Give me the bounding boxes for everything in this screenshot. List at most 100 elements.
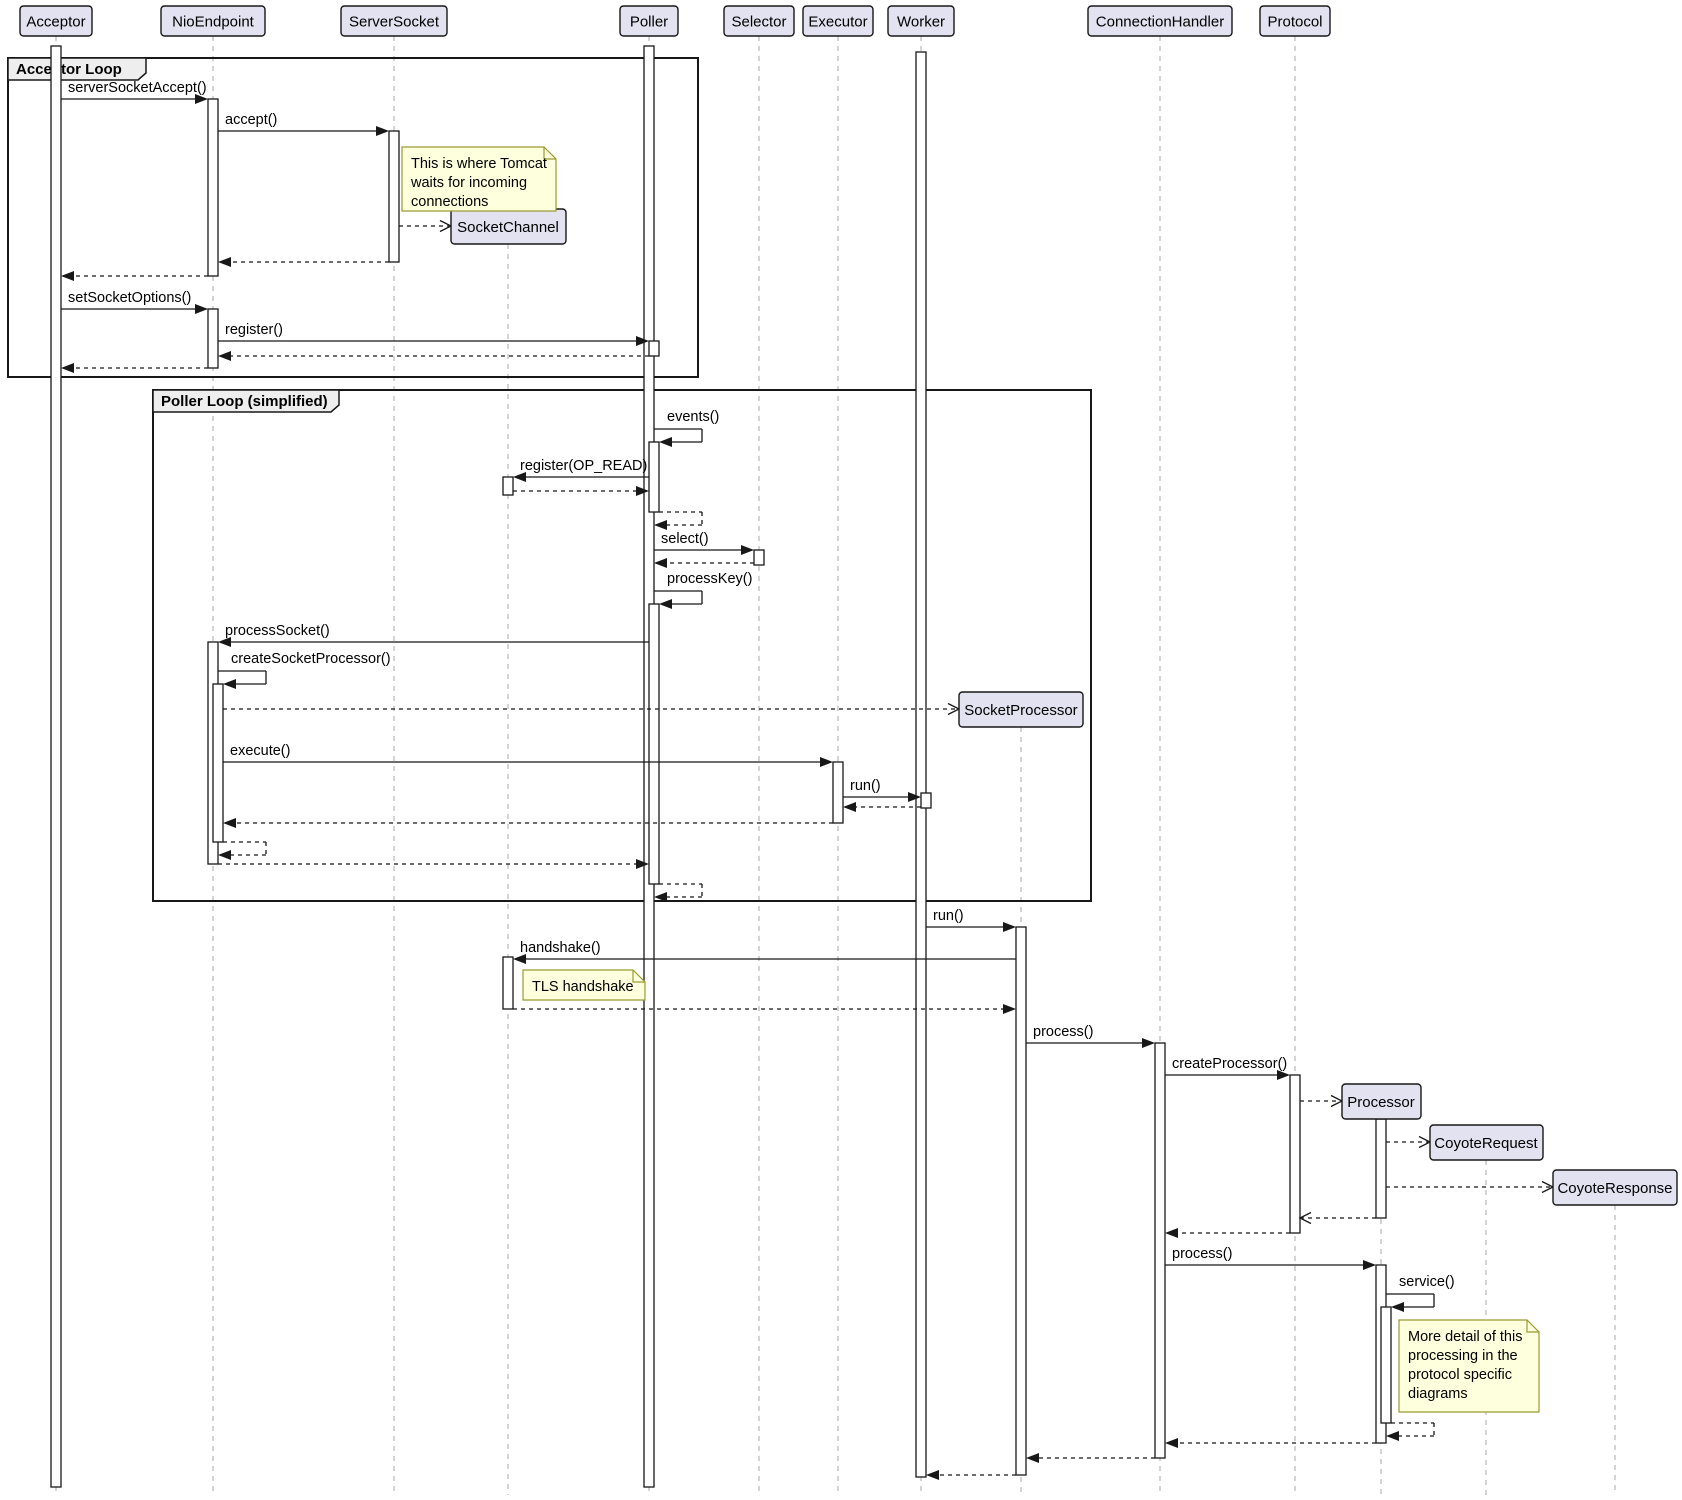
activation-nioendpoint-accept <box>208 99 218 276</box>
self-return-message <box>218 842 266 860</box>
message-register: register() <box>218 322 649 346</box>
return-message <box>61 363 208 373</box>
participant-executor: Executor <box>803 6 873 36</box>
return-message <box>61 271 208 281</box>
participant-selector: Selector <box>724 6 794 36</box>
label: run() <box>933 908 964 924</box>
activation-selector-select <box>754 550 764 565</box>
label: CoyoteResponse <box>1557 1180 1672 1197</box>
return-message <box>218 351 649 361</box>
activation-connectionhandler-process <box>1155 1043 1165 1458</box>
return-message <box>843 802 921 812</box>
participant-coyoteresponse: CoyoteResponse <box>1553 1170 1677 1205</box>
activation-executor-execute <box>833 762 843 823</box>
label: waits for incoming <box>410 175 527 191</box>
message-run: run() <box>926 908 1016 932</box>
sequence-diagram: Acceptor LoopPoller Loop (simplified)ser… <box>0 0 1682 1495</box>
return-message <box>1026 1453 1155 1463</box>
label: processSocket() <box>225 623 330 639</box>
activation-serversocket-accept <box>389 131 399 262</box>
label: select() <box>661 531 709 547</box>
self-message-processkey: processKey() <box>654 571 752 609</box>
participant-socketprocessor: SocketProcessor <box>959 692 1083 727</box>
label: Poller Loop (simplified) <box>161 393 328 410</box>
label: Acceptor <box>26 14 85 31</box>
label: execute() <box>230 743 290 759</box>
create-message <box>1386 1137 1430 1148</box>
label: register(OP_READ) <box>520 458 647 474</box>
label: protocol specific <box>1408 1367 1512 1383</box>
label: Poller <box>630 14 668 31</box>
message-process: process() <box>1026 1024 1155 1048</box>
create-message <box>1386 1182 1553 1193</box>
participant-acceptor: Acceptor <box>20 6 92 36</box>
return-message <box>218 859 649 869</box>
activation-poller-processkey-nested <box>649 604 659 884</box>
label: ConnectionHandler <box>1096 14 1224 31</box>
label: serverSocketAccept() <box>68 80 207 96</box>
self-message-events: events() <box>654 409 719 447</box>
activation-nioendpoint-createsp-nested <box>213 684 223 842</box>
create-message <box>1300 1213 1376 1224</box>
notes: This is where Tomcat waits for incoming co… <box>402 147 1539 1412</box>
activation-socketprocessor-run <box>1016 927 1026 1475</box>
label: Protocol <box>1267 14 1322 31</box>
create-message <box>1300 1096 1342 1107</box>
return-message <box>1165 1228 1290 1238</box>
participant-serversocket: ServerSocket <box>341 6 447 36</box>
return-message <box>1165 1438 1376 1448</box>
participants: AcceptorNioEndpointServerSocketPollerSel… <box>20 6 1677 1205</box>
activation-worker-run-nested <box>921 793 931 808</box>
label: setSocketOptions() <box>68 290 191 306</box>
label: process() <box>1033 1024 1093 1040</box>
message-register-op-read: register(OP_READ) <box>513 458 649 482</box>
label: Acceptor Loop <box>16 61 122 78</box>
message-serversocketaccept: serverSocketAccept() <box>61 80 208 104</box>
activation-acceptor-main <box>51 46 61 1487</box>
label: processKey() <box>667 571 752 587</box>
message-accept: accept() <box>218 112 389 136</box>
frame-acceptor-loop: Acceptor Loop <box>8 58 698 377</box>
activation-socketchannel-handshake <box>503 957 513 1009</box>
label: More detail of this <box>1408 1329 1522 1345</box>
sequence-diagram-canvas: Acceptor LoopPoller Loop (simplified)ser… <box>0 0 1682 1495</box>
message-setsocketoptions: setSocketOptions() <box>61 290 208 314</box>
label: accept() <box>225 112 277 128</box>
participant-coyoterequest: CoyoteRequest <box>1430 1125 1543 1160</box>
note-tls-handshake: TLS handshake <box>523 970 645 1000</box>
label: connections <box>411 194 488 210</box>
label: This is where Tomcat <box>411 156 547 172</box>
label: createSocketProcessor() <box>231 651 391 667</box>
messages: serverSocketAccept() accept() setSocketOpt… <box>61 80 1553 1480</box>
label: processing in the <box>1408 1348 1518 1364</box>
label: CoyoteRequest <box>1434 1135 1538 1152</box>
self-return-message <box>1386 1423 1434 1441</box>
label: createProcessor() <box>1172 1056 1287 1072</box>
participant-connectionhandler: ConnectionHandler <box>1088 6 1232 36</box>
label: register() <box>225 322 283 338</box>
activation-socketchannel-register <box>503 477 513 495</box>
return-message <box>926 1470 1016 1480</box>
activation-poller-events-nested <box>649 442 659 512</box>
participant-worker: Worker <box>888 6 954 36</box>
self-messages: events() processKey() createSocketProcesso… <box>218 409 1455 1441</box>
label: diagrams <box>1408 1386 1468 1402</box>
label: handshake() <box>520 940 601 956</box>
activation-processor-init <box>1376 1119 1386 1218</box>
message-execute: execute() <box>223 743 833 767</box>
create-message <box>223 704 959 715</box>
activation-nioendpoint-setopts <box>208 309 218 368</box>
activation-protocol-createprocessor <box>1290 1075 1300 1233</box>
participant-socketchannel: SocketChannel <box>451 209 566 244</box>
activation-processor-service-nested <box>1381 1307 1391 1423</box>
participant-processor: Processor <box>1342 1084 1421 1119</box>
label: service() <box>1399 1274 1455 1290</box>
activation-poller-register-nested <box>649 341 659 356</box>
participant-protocol: Protocol <box>1260 6 1330 36</box>
self-return-message <box>654 512 702 530</box>
return-message <box>513 486 649 496</box>
message-createprocessor: createProcessor() <box>1165 1056 1290 1080</box>
self-message-service: service() <box>1386 1274 1455 1312</box>
label: events() <box>667 409 719 425</box>
message-handshake: handshake() <box>513 940 1016 964</box>
